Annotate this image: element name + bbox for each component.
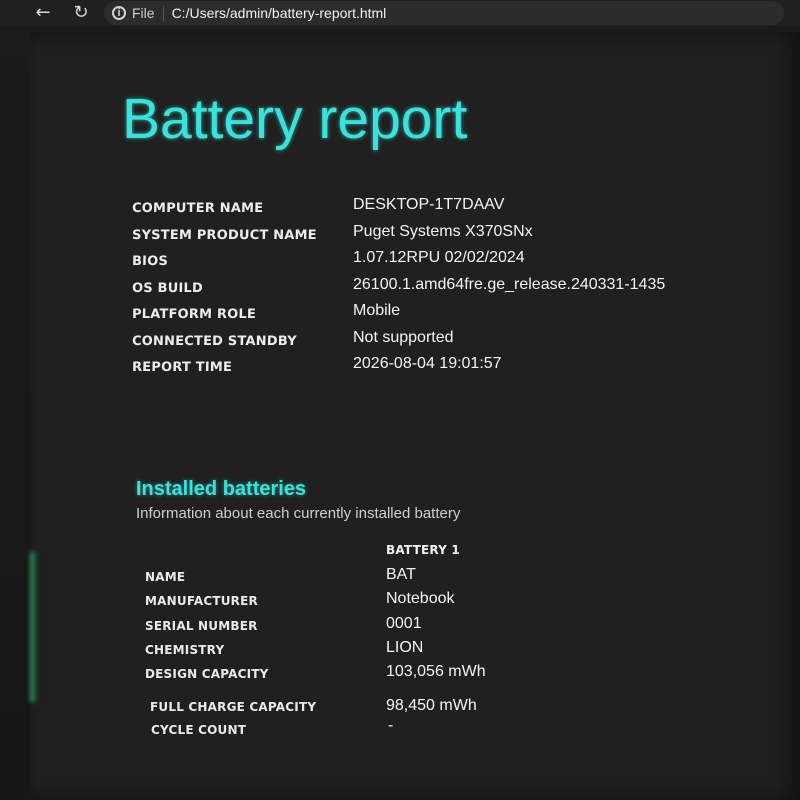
battery-label: CHEMISTRY	[145, 642, 225, 657]
summary-value: Mobile	[353, 302, 401, 319]
battery-value: 0001	[386, 614, 422, 632]
battery-row-chemistry: CHEMISTRY LION	[145, 638, 605, 662]
summary-value: DESKTOP-1T7DAAV	[353, 196, 505, 213]
summary-label: OS BUILD	[131, 280, 204, 296]
page-title: Battery report	[122, 87, 468, 151]
summary-row-bios: BIOS 1.07.12RPU 02/02/2024	[132, 248, 692, 275]
battery-label: SERIAL NUMBER	[145, 618, 258, 633]
battery-value: 103,056 mWh	[386, 663, 486, 681]
installed-batteries-subtitle: Information about each currently install…	[136, 505, 461, 522]
url-text[interactable]: C:/Users/admin/battery-report.html	[172, 5, 387, 21]
battery-column-header: BATTERY 1	[386, 543, 460, 557]
summary-value: Not supported	[353, 328, 454, 346]
summary-value: 2026-08-04 19:01:57	[353, 355, 502, 372]
battery-row-name: NAME BAT	[145, 565, 605, 589]
battery-label: DESIGN CAPACITY	[145, 667, 269, 682]
battery-label: CYCLE COUNT	[151, 723, 247, 738]
browser-toolbar: ← ↻ i File C:/Users/admin/battery-report…	[0, 0, 800, 26]
battery-row-manufacturer: MANUFACTURER Notebook	[145, 589, 605, 613]
summary-row-report-time: REPORT TIME 2026-08-04 19:01:57	[132, 354, 692, 381]
battery-row-full-charge-capacity: FULL CHARGE CAPACITY 98,450 mWh	[145, 695, 605, 719]
battery-label: NAME	[145, 570, 186, 584]
browser-window: ← ↻ i File C:/Users/admin/battery-report…	[0, 0, 800, 800]
battery-value: BAT	[386, 566, 416, 583]
summary-label: CONNECTED STANDBY	[131, 333, 297, 349]
summary-value: Puget Systems X370SNx	[353, 222, 533, 240]
battery-value: -	[388, 717, 394, 735]
summary-value: 26100.1.amd64fre.ge_release.240331-1435	[353, 275, 666, 293]
summary-row-platform-role: PLATFORM ROLE Mobile	[132, 301, 692, 328]
summary-label: PLATFORM ROLE	[131, 307, 257, 322]
arrow-left-icon[interactable]: ←	[28, 0, 58, 26]
summary-row-computer-name: COMPUTER NAME DESKTOP-1T7DAAV	[132, 195, 692, 222]
system-summary: COMPUTER NAME DESKTOP-1T7DAAV SYSTEM PRO…	[132, 195, 692, 381]
address-bar[interactable]: i File C:/Users/admin/battery-report.htm…	[104, 1, 784, 25]
refresh-icon[interactable]: ↻	[66, 0, 96, 26]
battery-value: 98,450 mWh	[386, 697, 477, 715]
summary-label: REPORT TIME	[131, 360, 233, 375]
screen-edge-glow	[30, 552, 38, 702]
summary-row-os-build: OS BUILD 26100.1.amd64fre.ge_release.240…	[132, 275, 692, 302]
summary-label: BIOS	[131, 254, 169, 269]
installed-batteries-title: Installed batteries	[136, 478, 307, 500]
battery-label: FULL CHARGE CAPACITY	[150, 700, 317, 715]
battery-value: LION	[386, 638, 424, 656]
battery-row-cycle-count: CYCLE COUNT -	[145, 717, 605, 743]
summary-row-connected-standby: CONNECTED STANDBY Not supported	[132, 328, 692, 355]
url-scheme: File	[132, 5, 155, 21]
battery-label: MANUFACTURER	[145, 594, 258, 609]
battery-value: Notebook	[386, 590, 455, 608]
summary-label: SYSTEM PRODUCT NAME	[131, 227, 317, 243]
summary-label: COMPUTER NAME	[131, 201, 264, 216]
battery-row-serial-number: SERIAL NUMBER 0001	[145, 614, 605, 638]
summary-row-system-product-name: SYSTEM PRODUCT NAME Puget Systems X370SN…	[132, 222, 692, 249]
info-icon[interactable]: i	[112, 6, 126, 20]
summary-value: 1.07.12RPU 02/02/2024	[353, 249, 525, 266]
battery-row-design-capacity: DESIGN CAPACITY 103,056 mWh	[145, 662, 605, 695]
address-separator	[162, 5, 164, 21]
installed-battery-table: NAME BAT MANUFACTURER Notebook SERIAL NU…	[145, 565, 605, 744]
